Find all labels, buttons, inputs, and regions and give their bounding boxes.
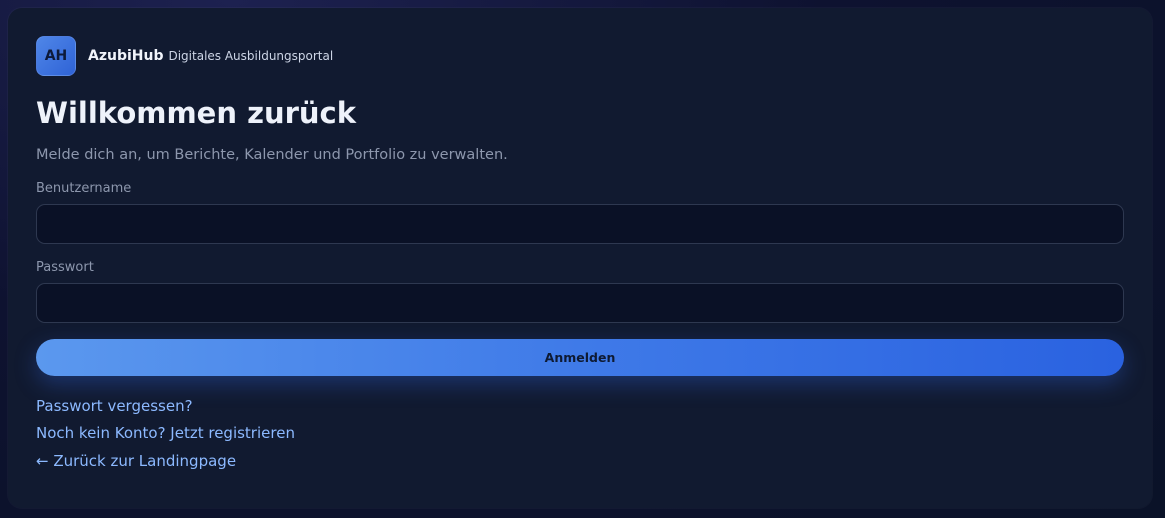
auth-links: Passwort vergessen? Noch kein Konto? Jet… <box>36 393 1124 476</box>
forgot-password-link[interactable]: Passwort vergessen? <box>36 393 1124 421</box>
brand-logo: AH <box>36 36 76 76</box>
login-card: AH AzubiHub Digitales Ausbildungsportal … <box>8 8 1152 508</box>
page-subtitle: Melde dich an, um Berichte, Kalender und… <box>36 146 508 163</box>
brand-header: AH AzubiHub Digitales Ausbildungsportal <box>36 36 1124 76</box>
brand-name: AzubiHub <box>88 48 164 64</box>
register-link[interactable]: Noch kein Konto? Jetzt registrieren <box>36 420 1124 448</box>
login-button[interactable]: Anmelden <box>36 338 1124 376</box>
username-input[interactable] <box>36 203 1124 244</box>
brand-tagline: Digitales Ausbildungsportal <box>168 49 334 63</box>
back-to-landing-link[interactable]: ← Zurück zur Landingpage <box>36 448 1124 476</box>
password-input[interactable] <box>36 282 1124 323</box>
username-label: Benutzername <box>36 180 132 196</box>
page-title: Willkommen zurück <box>36 96 357 130</box>
password-label: Passwort <box>36 259 94 275</box>
